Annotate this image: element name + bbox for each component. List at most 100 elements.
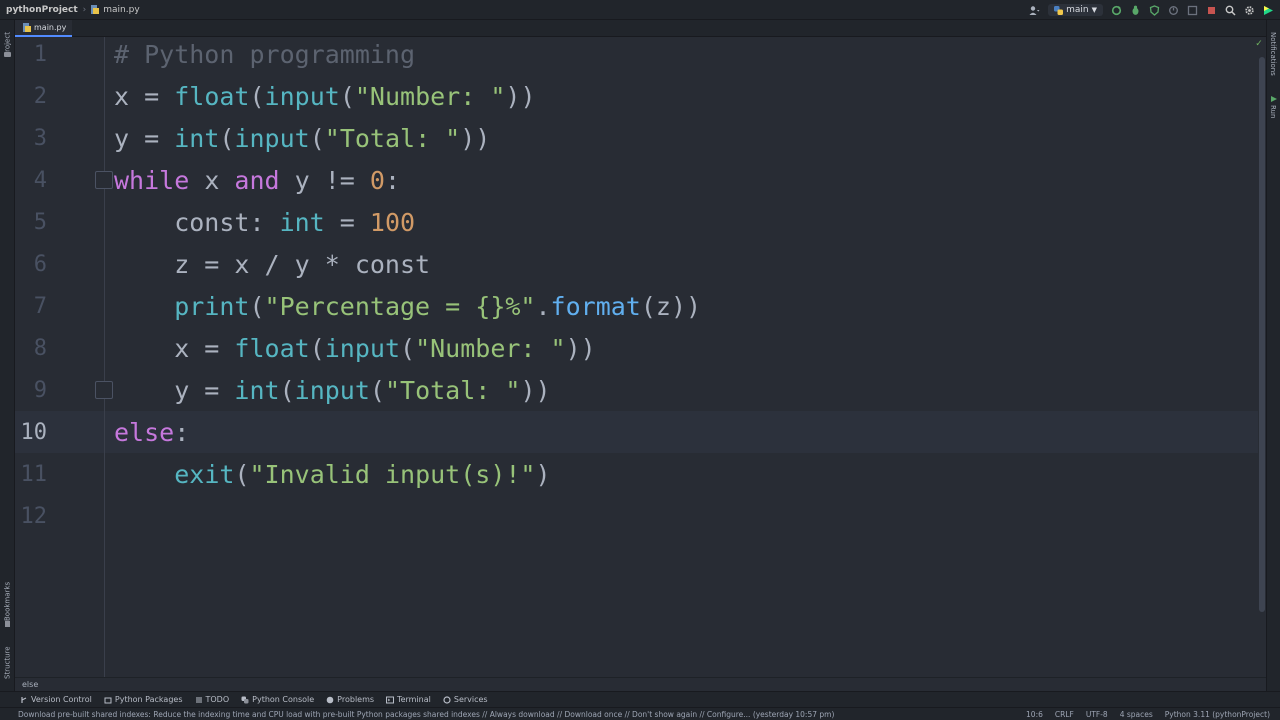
code-token: y = bbox=[114, 376, 235, 405]
code-token: while bbox=[114, 166, 190, 195]
code-token: print bbox=[174, 292, 250, 321]
code-token: input bbox=[294, 376, 370, 405]
user-icon[interactable] bbox=[1029, 5, 1040, 16]
code-token: int bbox=[174, 124, 220, 153]
code-line[interactable]: const: int = 100 bbox=[114, 205, 415, 247]
code-line[interactable]: while x and y != 0: bbox=[114, 163, 400, 205]
attach-icon[interactable] bbox=[1187, 5, 1198, 16]
line-number[interactable]: 7 bbox=[15, 289, 47, 331]
python-file-icon bbox=[23, 23, 31, 32]
code-editor[interactable]: 1 2 3 4 5 6 7 8 9 10 11 12 # Python programming x = … bbox=[15, 37, 1266, 677]
fold-end-icon[interactable] bbox=[95, 381, 113, 399]
navigation-bar: pythonProject › main.py main ▼ bbox=[0, 0, 1280, 20]
profile-icon[interactable] bbox=[1168, 5, 1179, 16]
code-line[interactable]: z = x / y * const bbox=[114, 247, 430, 289]
tool-window-terminal[interactable]: Terminal bbox=[386, 695, 431, 704]
line-number-gutter[interactable]: 1 2 3 4 5 6 7 8 9 10 11 12 bbox=[15, 37, 105, 677]
terminal-icon bbox=[386, 696, 395, 703]
code-line[interactable]: y = int(input("Total: ")) bbox=[114, 121, 490, 163]
notifications-tool-tab[interactable]: Notifications bbox=[1266, 26, 1280, 82]
right-tool-stripe: Notifications Run bbox=[1266, 20, 1280, 691]
search-icon[interactable] bbox=[1225, 5, 1236, 16]
line-separator[interactable]: CRLF bbox=[1055, 710, 1074, 719]
run-config-selector[interactable]: main ▼ bbox=[1048, 4, 1103, 16]
checkmark-icon[interactable]: ✓ bbox=[1254, 39, 1264, 49]
code-token: else bbox=[114, 418, 175, 447]
tool-window-python-console[interactable]: Python Console bbox=[241, 695, 314, 704]
line-number[interactable]: 5 bbox=[15, 205, 47, 247]
line-number[interactable]: 2 bbox=[15, 79, 47, 121]
line-number[interactable]: 3 bbox=[15, 121, 47, 163]
structure-tab-label: Structure bbox=[3, 646, 12, 680]
structure-tool-tab[interactable]: Structure bbox=[0, 640, 15, 686]
line-number[interactable]: 1 bbox=[15, 37, 47, 79]
gear-icon[interactable] bbox=[1244, 5, 1255, 16]
debug-icon[interactable] bbox=[1130, 5, 1141, 16]
code-token: y != bbox=[279, 166, 370, 195]
tool-window-todo[interactable]: TODO bbox=[195, 695, 230, 704]
nav-project-name[interactable]: pythonProject bbox=[6, 5, 78, 15]
nav-file-name[interactable]: main.py bbox=[103, 5, 139, 15]
code-line[interactable]: exit("Invalid input(s)!") bbox=[114, 457, 550, 499]
code-line[interactable]: # Python programming bbox=[114, 37, 415, 79]
line-number[interactable]: 4 bbox=[15, 163, 47, 205]
code-token: )) bbox=[520, 376, 551, 405]
fold-start-icon[interactable] bbox=[95, 171, 113, 189]
caret-position[interactable]: 10:6 bbox=[1026, 710, 1043, 719]
editor-tab-bar: main.py bbox=[15, 20, 1266, 37]
line-number[interactable]: 11 bbox=[15, 457, 48, 499]
coverage-icon[interactable] bbox=[1149, 4, 1160, 16]
indent-setting[interactable]: 4 spaces bbox=[1120, 710, 1153, 719]
code-token: )) bbox=[505, 82, 536, 111]
tool-window-python-packages[interactable]: Python Packages bbox=[104, 695, 183, 704]
vertical-scrollbar[interactable] bbox=[1258, 37, 1266, 677]
stop-icon[interactable] bbox=[1206, 5, 1217, 16]
code-token: "Invalid input(s)!" bbox=[249, 460, 536, 489]
rerun-icon[interactable] bbox=[1111, 5, 1122, 16]
line-number[interactable]: 12 bbox=[15, 499, 48, 541]
code-token: ( bbox=[400, 334, 416, 363]
code-token: const: bbox=[114, 208, 280, 237]
code-line[interactable]: print("Percentage = {}%".format(z)) bbox=[114, 289, 701, 331]
code-line[interactable]: x = float(input("Number: ")) bbox=[114, 331, 596, 373]
code-token: x bbox=[189, 166, 235, 195]
tool-window-label: Services bbox=[453, 695, 488, 704]
status-widgets: 10:6 CRLF UTF-8 4 spaces Python 3.11 (py… bbox=[1026, 710, 1280, 719]
tool-window-services[interactable]: Services bbox=[443, 695, 488, 704]
run-tool-tab[interactable]: Run bbox=[1266, 104, 1280, 120]
tab-main-py[interactable]: main.py bbox=[15, 20, 73, 37]
tool-window-label: TODO bbox=[205, 695, 230, 704]
tool-window-problems[interactable]: Problems bbox=[326, 695, 374, 704]
tool-window-label: Terminal bbox=[397, 695, 431, 704]
breadcrumb-item[interactable]: else bbox=[22, 680, 38, 689]
notifications-tab-label: Notifications bbox=[1269, 32, 1277, 76]
run-play-icon bbox=[1271, 96, 1277, 102]
code-line[interactable]: x = float(input("Number: ")) bbox=[114, 79, 536, 121]
code-token: y = bbox=[114, 124, 175, 153]
line-number[interactable]: 6 bbox=[15, 247, 47, 289]
code-token: float bbox=[174, 82, 250, 111]
code-token: ( bbox=[219, 124, 235, 153]
line-number[interactable]: 9 bbox=[15, 373, 47, 415]
code-token: "Total: " bbox=[324, 124, 461, 153]
code-token: ( bbox=[249, 82, 265, 111]
tool-window-version-control[interactable]: Version Control bbox=[20, 695, 92, 704]
status-message[interactable]: Download pre-built shared indexes: Reduc… bbox=[0, 710, 1026, 719]
file-encoding[interactable]: UTF-8 bbox=[1086, 710, 1108, 719]
code-token: . bbox=[535, 292, 551, 321]
code-line[interactable]: y = int(input("Total: ")) bbox=[114, 373, 551, 415]
code-line[interactable]: else: bbox=[114, 415, 189, 457]
code-token: ( bbox=[309, 124, 325, 153]
scrollbar-thumb[interactable] bbox=[1259, 57, 1265, 612]
line-number[interactable]: 10 bbox=[15, 415, 48, 457]
tool-window-bar: Version Control Python Packages TODO Python… bbox=[0, 691, 1280, 707]
bookmarks-tool-tab[interactable]: Bookmarks bbox=[0, 576, 15, 626]
python-interpreter[interactable]: Python 3.11 (pythonProject) bbox=[1165, 710, 1270, 719]
line-number[interactable]: 8 bbox=[15, 331, 47, 373]
project-tool-tab[interactable]: Project bbox=[0, 24, 15, 64]
code-token: (z)) bbox=[640, 292, 702, 321]
jetbrains-logo-icon[interactable] bbox=[1263, 5, 1274, 16]
code-token: "Total: " bbox=[384, 376, 521, 405]
